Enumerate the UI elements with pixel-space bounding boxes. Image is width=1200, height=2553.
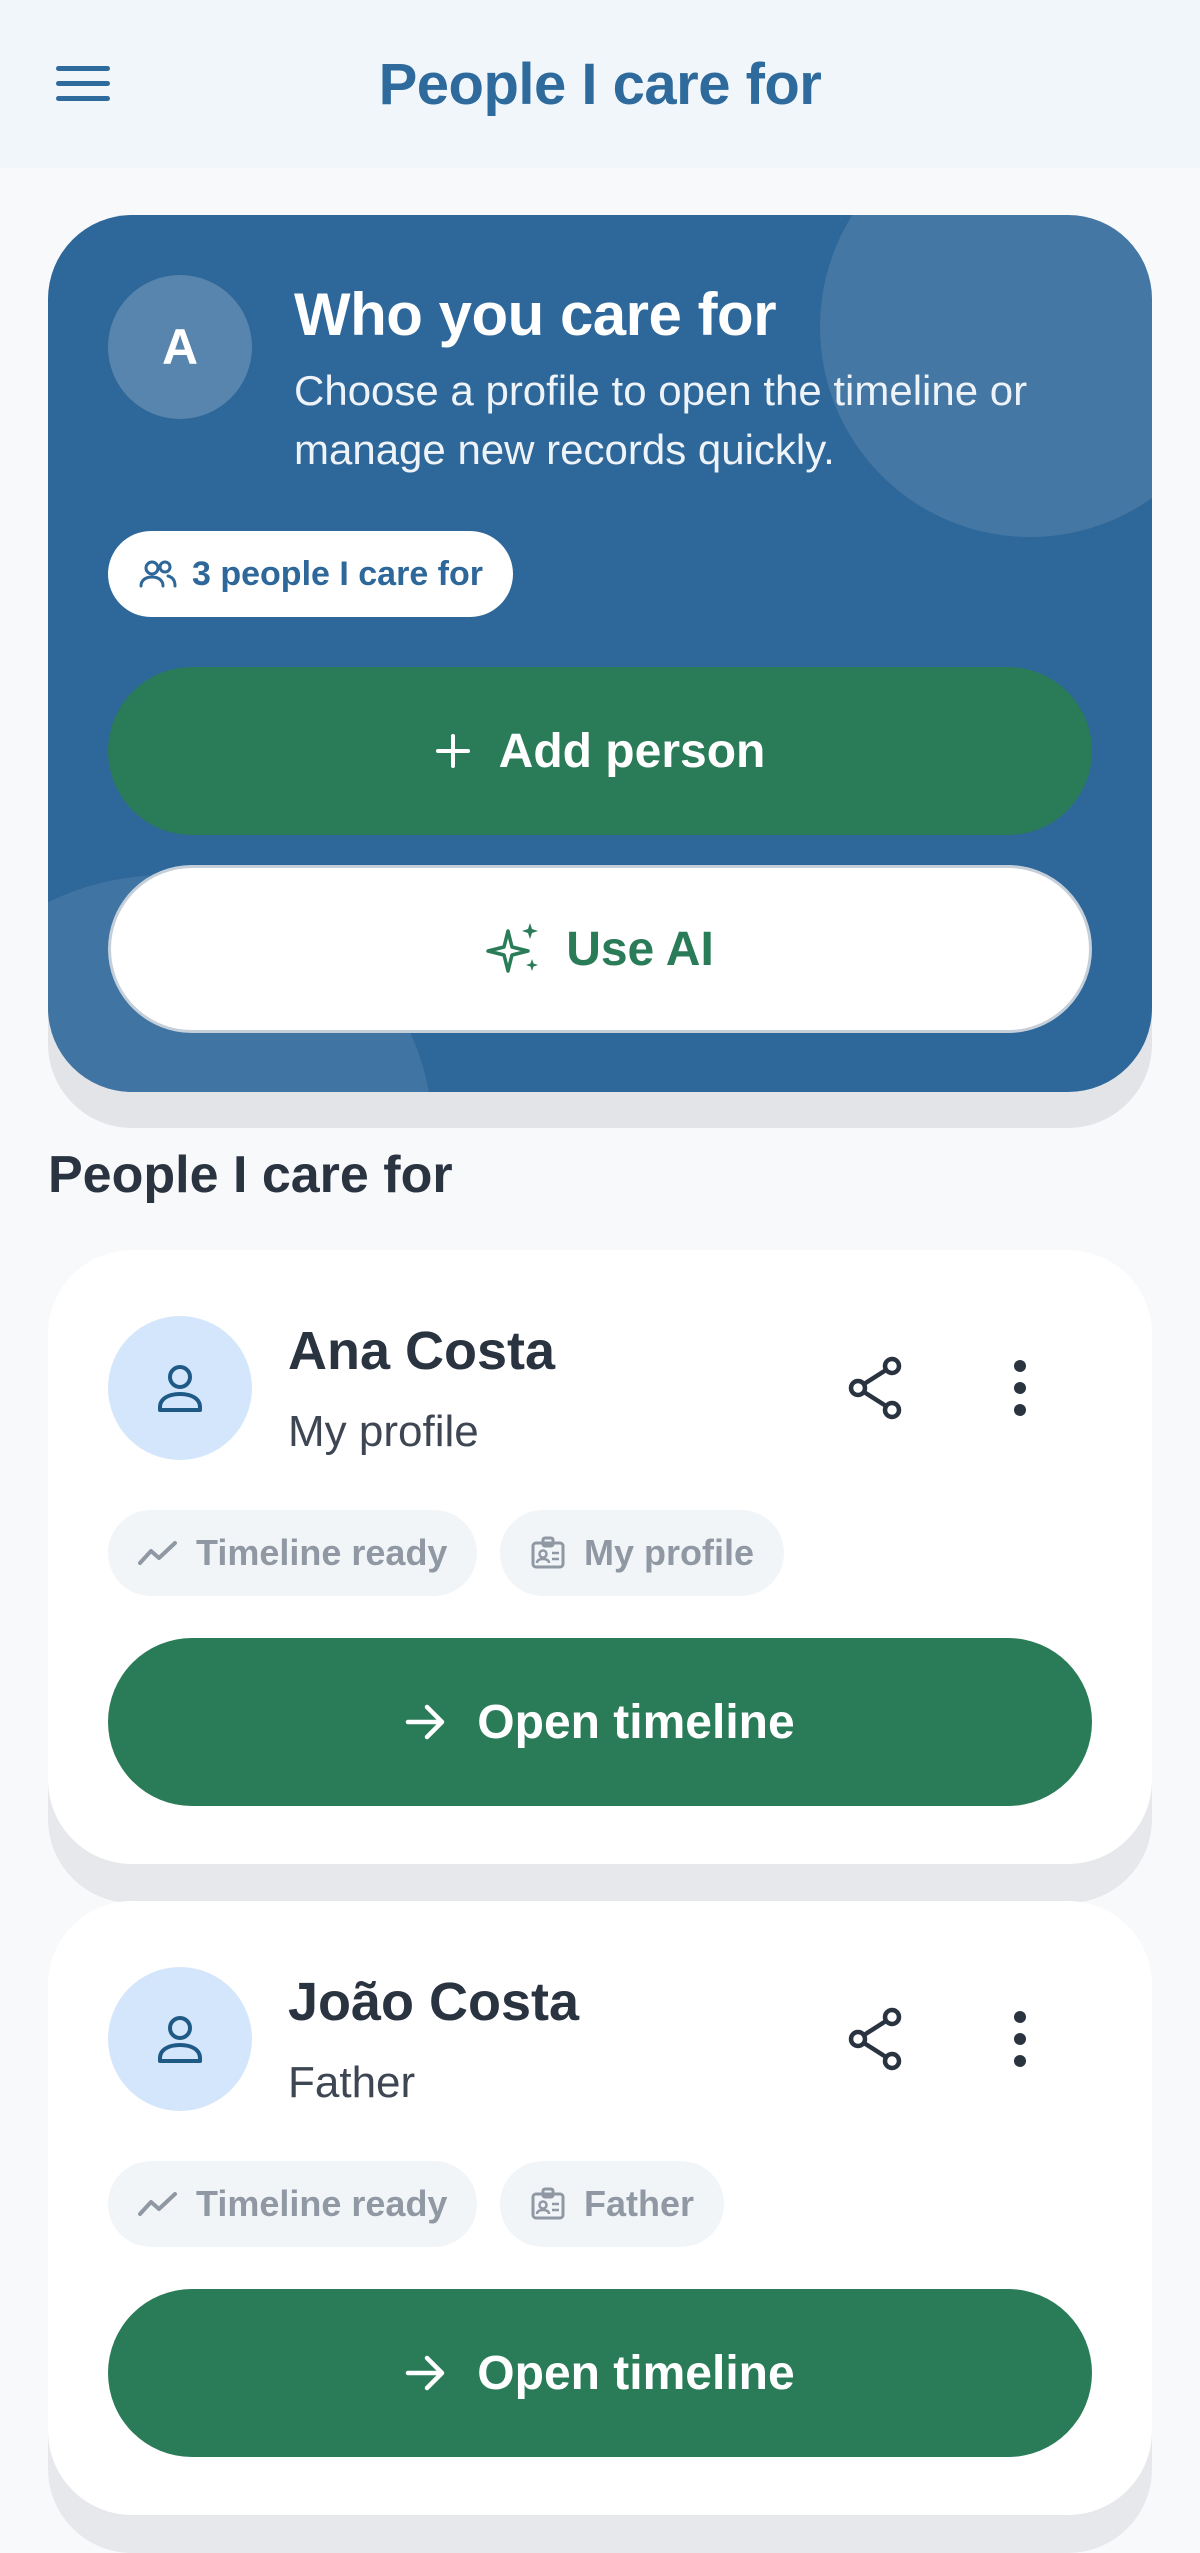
timeline-ready-chip: Timeline ready [108,1510,478,1596]
id-badge-icon [531,1536,565,1569]
person-card: João Costa Father Timeline ready Father … [48,1901,1152,2515]
person-card: Ana Costa My profile Timeline ready My p… [48,1250,1152,1864]
plus-icon [435,734,470,768]
person-name: Ana Costa [288,1321,556,1381]
person-icon [158,1365,202,1412]
chip-label: Father [584,2183,695,2224]
timeline-ready-chip: Timeline ready [108,2161,478,2247]
use-ai-label: Use AI [566,922,714,976]
use-ai-button[interactable]: Use AI [108,865,1092,1033]
sparkles-icon [486,923,539,973]
arrow-right-icon [406,2355,445,2391]
chip-label: My profile [584,1532,755,1573]
open-timeline-button[interactable]: Open timeline [108,1638,1092,1806]
more-options-button[interactable] [968,1987,1072,2091]
share-icon [848,2007,902,2071]
person-avatar [108,1316,252,1460]
id-badge-icon [531,2187,565,2220]
hero-card: A Who you care for Choose a profile to o… [48,215,1152,1092]
relation-chip: Father [500,2161,725,2247]
share-button[interactable] [824,1336,928,1440]
relation-chip: My profile [500,1510,785,1596]
person-avatar [108,1967,252,2111]
top-app-bar: People I care for [0,0,1200,168]
arrow-right-icon [406,1704,445,1740]
open-timeline-label: Open timeline [477,1695,795,1749]
add-person-button[interactable]: Add person [108,667,1092,835]
people-count-chip: 3 people I care for [108,531,513,617]
more-vertical-icon [1014,2011,1026,2067]
more-vertical-icon [1014,1360,1026,1416]
people-icon [139,560,177,588]
add-person-label: Add person [498,724,766,778]
chip-label: Timeline ready [196,1532,448,1573]
avatar-initial: A [161,319,199,375]
person-icon [158,2016,202,2063]
chip-label: Timeline ready [196,2183,448,2224]
open-timeline-label: Open timeline [477,2346,795,2400]
share-button[interactable] [824,1987,928,2091]
hero-title: Who you care for [294,281,777,348]
menu-icon [56,66,110,101]
menu-button[interactable] [40,50,128,118]
page-title: People I care for [378,51,822,117]
person-relation: Father [288,2058,416,2107]
person-relation: My profile [288,1407,479,1456]
person-name: João Costa [288,1972,580,2032]
open-timeline-button[interactable]: Open timeline [108,2289,1092,2457]
section-title: People I care for [48,1146,453,1204]
trending-up-icon [138,2192,177,2216]
share-icon [848,1356,902,1420]
hero-subtitle: Choose a profile to open the timeline or… [294,367,1028,473]
more-options-button[interactable] [968,1336,1072,1440]
avatar: A [108,275,252,419]
people-count-label: 3 people I care for [192,554,483,593]
trending-up-icon [138,1541,177,1565]
